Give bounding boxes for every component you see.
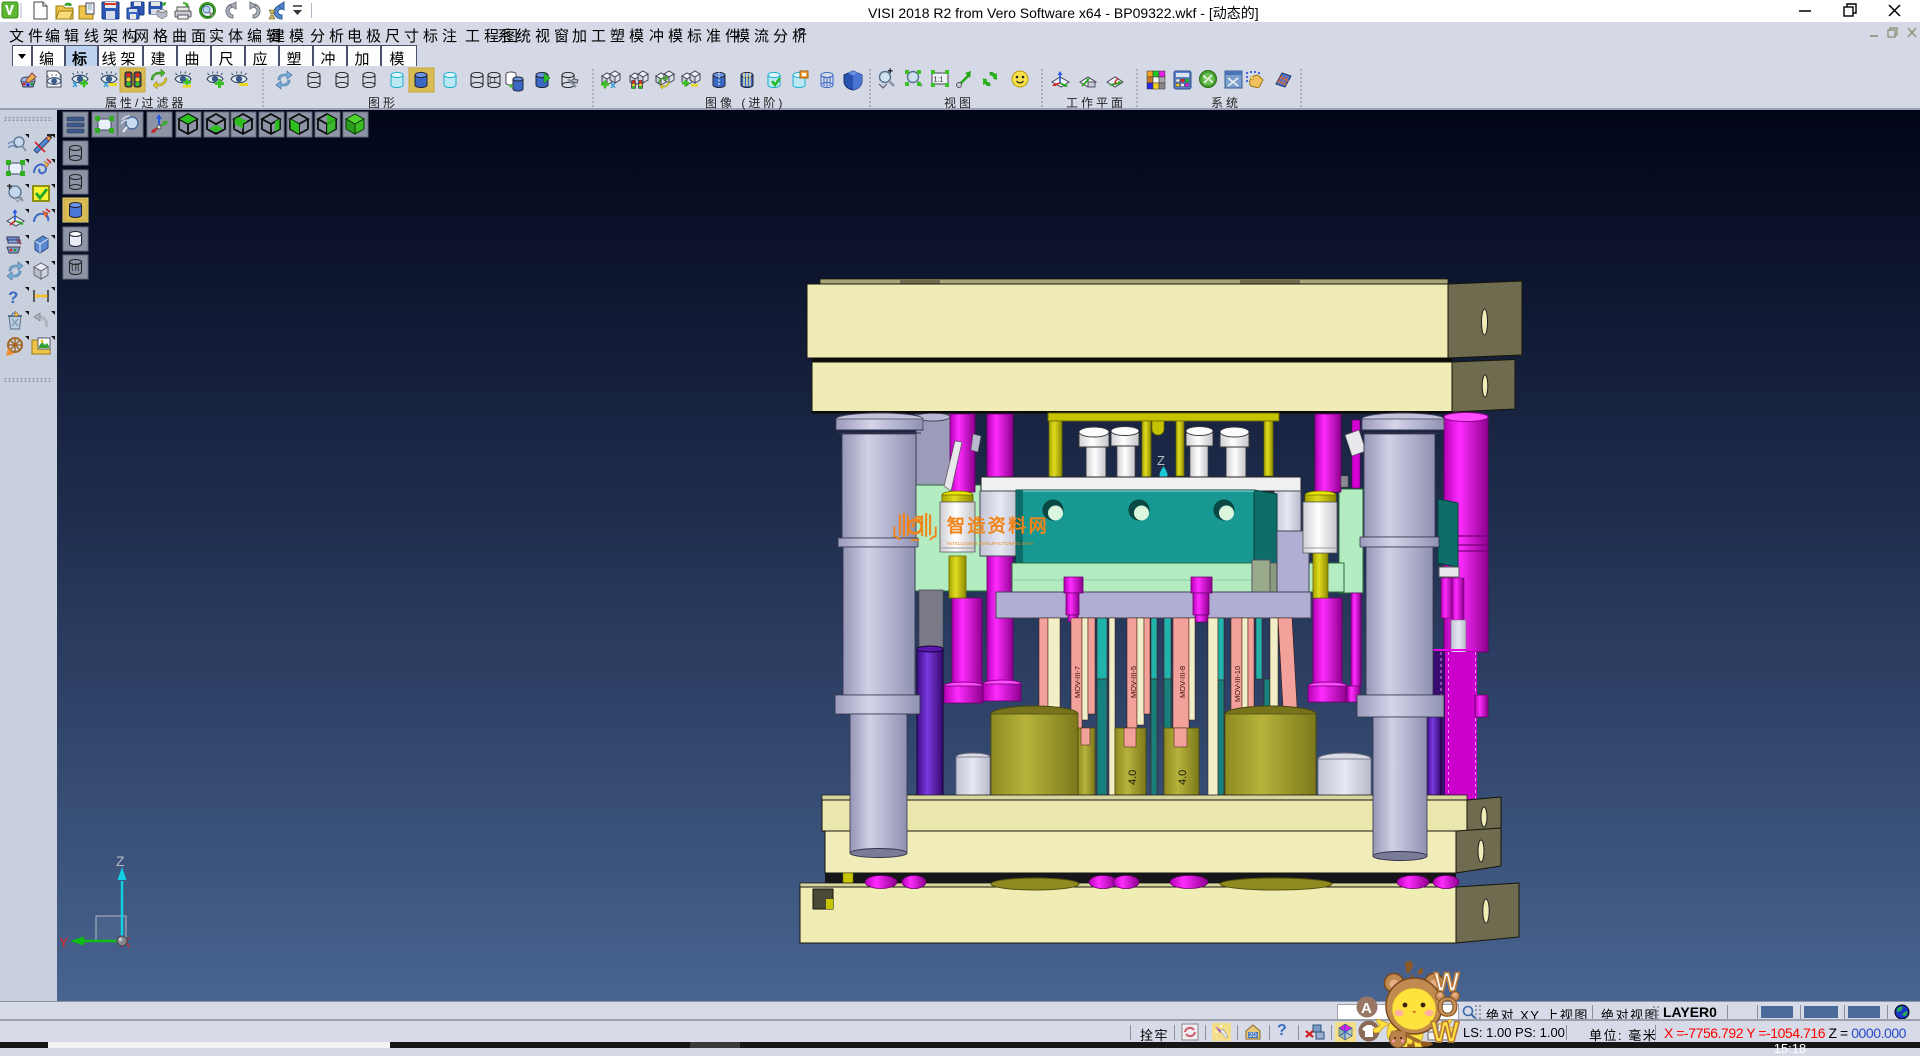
svg-text:MOV-III-5: MOV-III-5: [1129, 666, 1138, 698]
svg-text:?: ?: [8, 288, 18, 307]
svg-text:W: W: [1431, 1016, 1460, 1048]
svg-text:4.0: 4.0: [1127, 770, 1139, 785]
svg-text:A: A: [1361, 1000, 1372, 1017]
svg-text:Z: Z: [1157, 453, 1165, 468]
svg-text:MOV-III-7: MOV-III-7: [1073, 666, 1082, 698]
svg-text:MOV-III-10: MOV-III-10: [1233, 666, 1242, 702]
svg-text:4.0: 4.0: [1177, 770, 1189, 785]
svg-text:2D: 2D: [1249, 1033, 1257, 1039]
svg-text:MOV-III-8: MOV-III-8: [1178, 666, 1187, 698]
svg-text:Y: Y: [59, 934, 69, 950]
svg-text:Z: Z: [116, 853, 125, 869]
svg-text:1:1: 1:1: [934, 77, 944, 84]
